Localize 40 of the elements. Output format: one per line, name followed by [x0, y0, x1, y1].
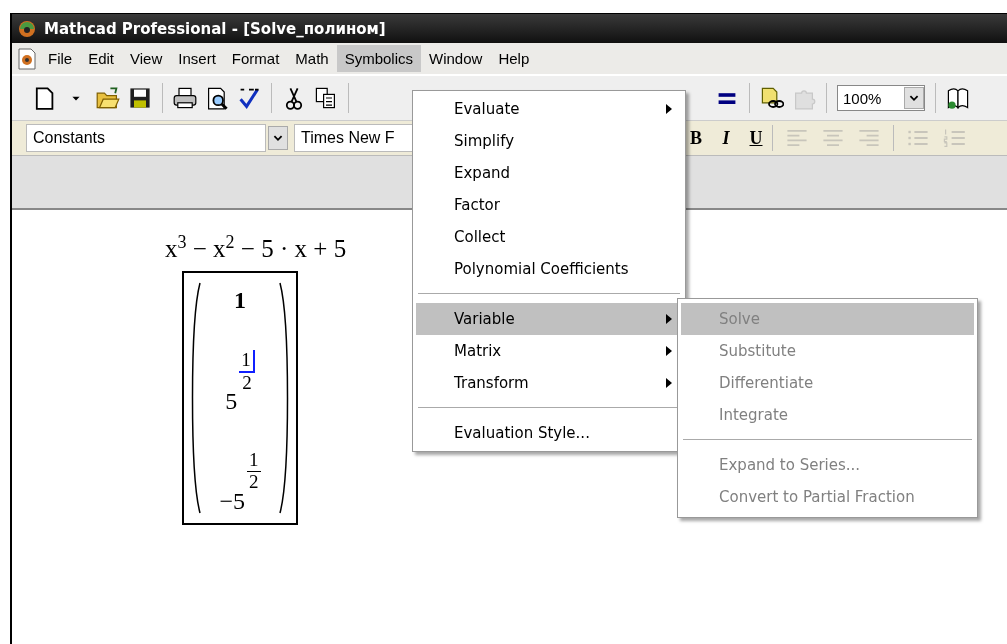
menu-bar-item[interactable]: Insert: [170, 45, 224, 72]
matrix-entry: −5 1 2: [219, 450, 261, 516]
menu-bar-item[interactable]: File: [40, 45, 81, 72]
menu-item[interactable]: Expand: [416, 157, 682, 189]
menu-bar-item[interactable]: Symbolics: [336, 45, 422, 72]
math-expression: x$^{3}$ − x$^{2}$ − 5 · x + 5: [165, 232, 347, 264]
submenu-arrow-icon: [666, 314, 672, 324]
copy-icon[interactable]: [314, 86, 338, 110]
app-logo-icon: [16, 18, 38, 39]
menu-bar-item[interactable]: Format: [223, 45, 288, 72]
submenu-arrow-icon: [666, 346, 672, 356]
book-icon[interactable]: [946, 86, 970, 110]
menu-item[interactable]: Evaluate: [416, 93, 682, 125]
style-dropdown[interactable]: Constants: [26, 124, 266, 152]
menu-bar-item[interactable]: View: [122, 45, 171, 72]
menu-bar-item[interactable]: Window: [421, 45, 491, 72]
window-title: Mathcad Professional - [Solve_полином]: [44, 19, 386, 38]
menu-bar-item[interactable]: Math: [287, 45, 337, 72]
submenu-arrow-icon: [666, 104, 672, 114]
dropdown-button[interactable]: [268, 126, 288, 150]
submenu-arrow-icon: [666, 378, 672, 388]
menu-item[interactable]: Matrix: [416, 335, 682, 367]
menu-item[interactable]: Transform: [416, 367, 682, 399]
menu-item[interactable]: Collect: [416, 221, 682, 253]
zoom-dropdown[interactable]: 100%: [837, 85, 925, 111]
menu-item[interactable]: Polynomial Coefficients: [416, 253, 682, 285]
format-button[interactable]: U: [742, 127, 770, 149]
matrix-entry: 5 1 2: [225, 349, 255, 415]
spellcheck-icon[interactable]: [237, 86, 261, 110]
format-button[interactable]: I: [712, 127, 740, 149]
menu-bar-item[interactable]: Edit: [80, 45, 123, 72]
format-button[interactable]: B: [682, 127, 710, 149]
folder-icon[interactable]: [96, 86, 120, 110]
menu-bar-item[interactable]: Help: [490, 45, 538, 72]
matrix-entry: 1: [234, 287, 246, 315]
magnifier-page-icon[interactable]: [205, 86, 229, 110]
linked-page-icon[interactable]: [760, 86, 784, 110]
printer-icon[interactable]: [173, 86, 197, 110]
menu-item[interactable]: Factor: [416, 189, 682, 221]
document-icon[interactable]: [16, 47, 38, 70]
